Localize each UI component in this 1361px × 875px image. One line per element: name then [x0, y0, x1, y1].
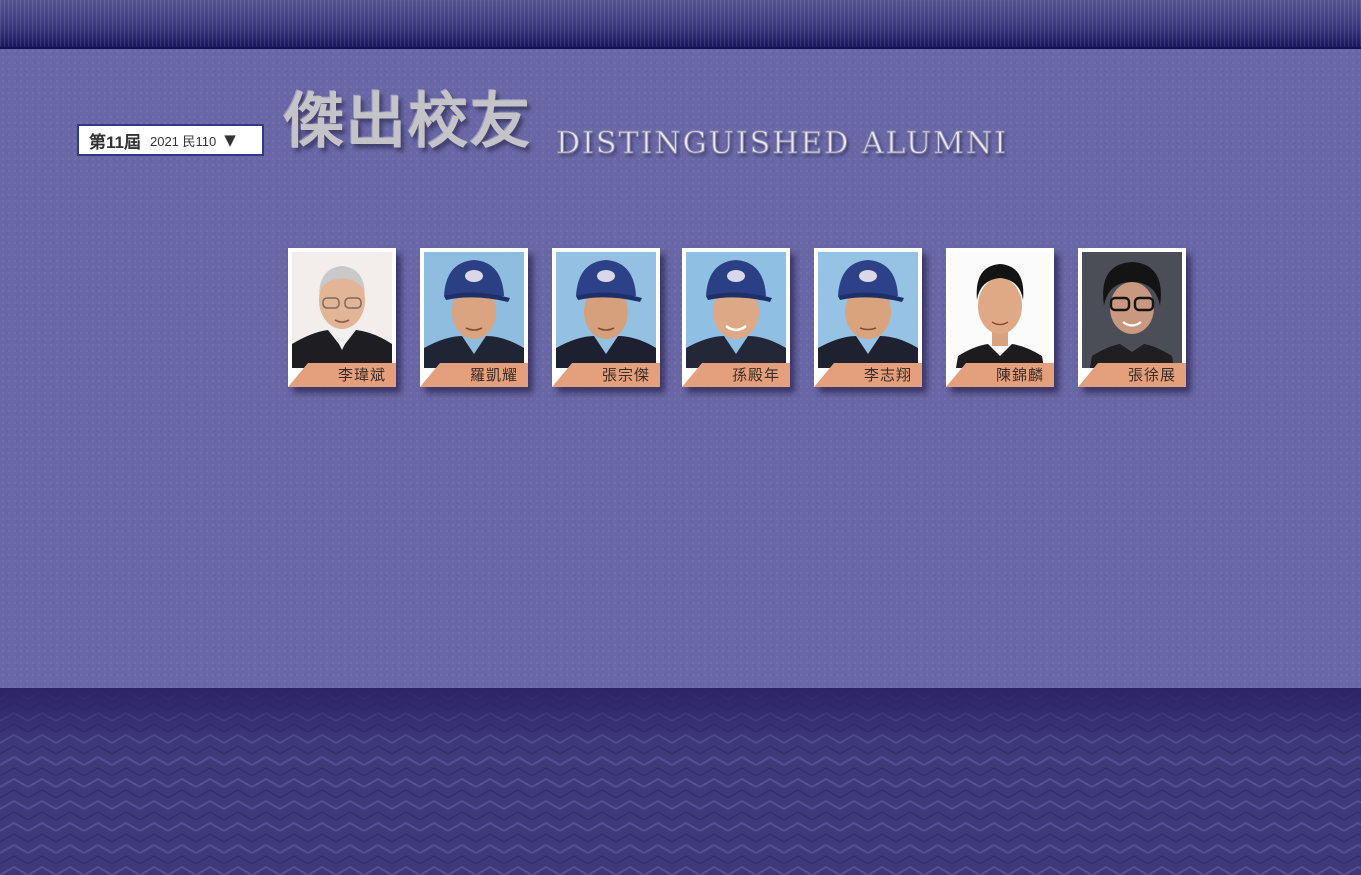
alumni-name[interactable]: 羅凱耀	[470, 364, 518, 385]
top-banner	[0, 0, 1361, 49]
alumni-name[interactable]: 李志翔	[864, 364, 912, 385]
alumni-name[interactable]: 陳錦麟	[996, 364, 1044, 385]
alumni-photo[interactable]	[556, 252, 656, 368]
alumni-card[interactable]: 羅凱耀	[420, 248, 528, 387]
alumni-photo[interactable]	[424, 252, 524, 368]
alumni-card[interactable]: 張宗傑	[552, 248, 660, 387]
alumni-photo[interactable]	[1082, 252, 1182, 368]
triangle-down-icon[interactable]: ▼	[224, 132, 236, 148]
alumni-photo[interactable]	[818, 252, 918, 368]
alumni-name[interactable]: 張徐展	[1128, 364, 1176, 385]
alumni-name[interactable]: 李瑋斌	[338, 364, 386, 385]
page-title: 傑出校友	[284, 87, 532, 157]
year-label: 2021 民110	[149, 133, 217, 149]
page-subtitle: DISTINGUISHED ALUMNI	[556, 126, 1008, 162]
alumni-list: 李瑋斌 羅凱耀 張宗傑 孫殿年 李志翔 陳錦麟 張徐展	[288, 248, 1198, 398]
alumni-card[interactable]: 張徐展	[1078, 248, 1186, 387]
alumni-name[interactable]: 孫殿年	[732, 364, 780, 385]
alumni-card[interactable]: 李志翔	[814, 248, 922, 387]
footer-band	[0, 688, 1361, 875]
alumni-name[interactable]: 張宗傑	[602, 364, 650, 385]
page: 第11屆 2021 民110 ▼ 傑出校友 DISTINGUISHED ALUM…	[0, 0, 1361, 875]
alumni-card[interactable]: 陳錦麟	[946, 248, 1054, 387]
alumni-photo[interactable]	[950, 252, 1050, 368]
alumni-photo[interactable]	[686, 252, 786, 368]
alumni-card[interactable]: 李瑋斌	[288, 248, 396, 387]
alumni-card[interactable]: 孫殿年	[682, 248, 790, 387]
term-year-dropdown[interactable]: 第11屆 2021 民110 ▼	[77, 124, 264, 156]
term-label: 第11屆	[89, 132, 141, 152]
alumni-photo[interactable]	[292, 252, 392, 368]
